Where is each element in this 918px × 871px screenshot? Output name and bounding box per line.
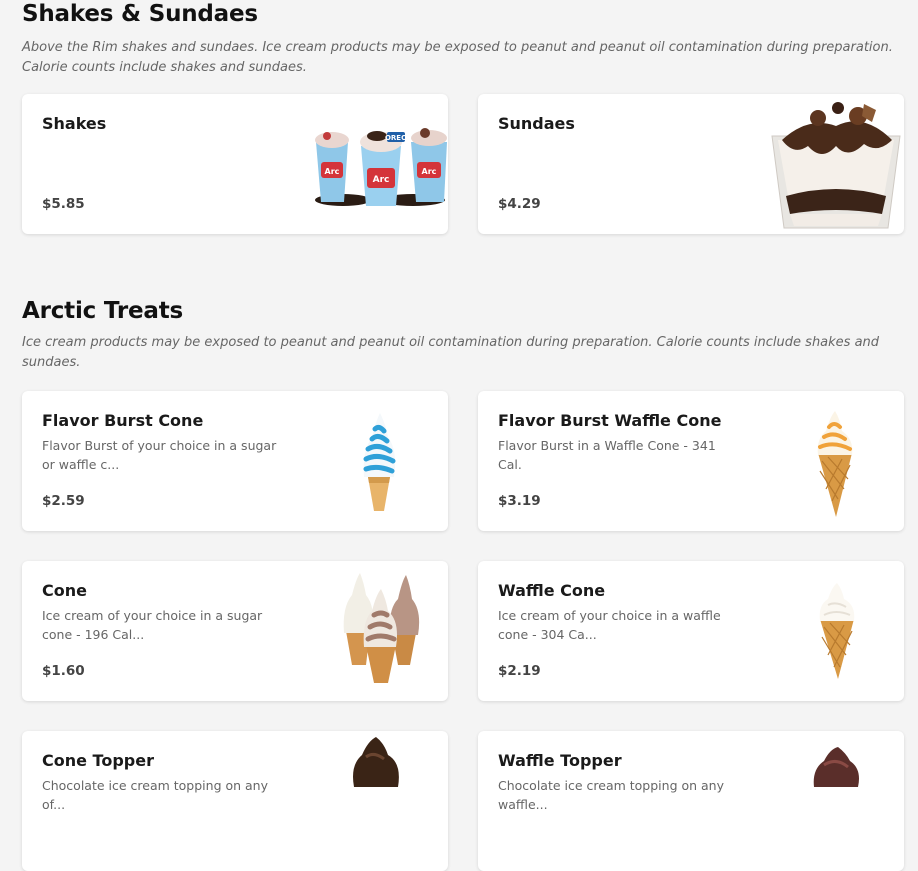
svg-text:OREO: OREO bbox=[385, 134, 407, 142]
menu-item-name: Flavor Burst Cone bbox=[42, 411, 204, 430]
menu-item-card-waffle-topper[interactable]: Waffle Topper Chocolate ice cream toppin… bbox=[478, 731, 904, 871]
section-title: Shakes & Sundaes bbox=[22, 1, 258, 27]
flavor-burst-cone-photo-icon bbox=[363, 413, 396, 511]
section-description: Ice cream products may be exposed to pea… bbox=[22, 335, 880, 370]
menu-item-card-flavor-burst-cone[interactable]: Flavor Burst Cone Flavor Burst of your c… bbox=[22, 391, 448, 531]
menu-item-card-cone-topper[interactable]: Cone Topper Chocolate ice cream topping … bbox=[22, 731, 448, 871]
section-shakes-sundaes: Shakes & Sundaes Above the Rim shakes an… bbox=[22, 0, 904, 78]
menu-item-card-waffle-cone[interactable]: Waffle Cone Ice cream of your choice in … bbox=[478, 561, 904, 701]
section-description: Above the Rim shakes and sundaes. Ice cr… bbox=[22, 40, 893, 75]
menu-item-price: $3.19 bbox=[498, 493, 541, 509]
menu-item-description: Flavor Burst of your choice in a sugar o… bbox=[42, 438, 277, 472]
menu-item-price: $2.59 bbox=[42, 493, 85, 509]
menu-item-name: Shakes bbox=[42, 114, 107, 133]
waffle-topper-photo-icon bbox=[813, 747, 859, 787]
menu-item-card-cone[interactable]: Cone Ice cream of your choice in a sugar… bbox=[22, 561, 448, 701]
menu-item-description: Ice cream of your choice in a waffle con… bbox=[498, 608, 721, 642]
svg-text:Arc: Arc bbox=[422, 167, 437, 176]
menu-item-description: Chocolate ice cream topping on any of... bbox=[42, 778, 269, 812]
menu-item-name: Sundaes bbox=[498, 114, 575, 133]
menu-item-name: Flavor Burst Waffle Cone bbox=[498, 411, 722, 430]
menu-item-price: $1.60 bbox=[42, 663, 85, 679]
svg-text:Arc: Arc bbox=[325, 167, 340, 176]
waffle-cone-photo-icon bbox=[819, 583, 855, 679]
menu-item-price: $4.29 bbox=[498, 196, 541, 212]
menu-item-description: Ice cream of your choice in a sugar cone… bbox=[42, 608, 263, 642]
section-arctic-treats: Arctic Treats Ice cream products may be … bbox=[22, 297, 904, 373]
menu-item-name: Cone bbox=[42, 581, 87, 600]
sundae-photo-icon bbox=[771, 102, 901, 229]
menu-item-price: $2.19 bbox=[498, 663, 541, 679]
shakes-photo-icon: Arc OREO Arc Arc bbox=[315, 128, 447, 206]
menu-item-name: Waffle Cone bbox=[498, 581, 606, 600]
menu-item-name: Cone Topper bbox=[42, 751, 154, 770]
menu-item-card-flavor-burst-waffle-cone[interactable]: Flavor Burst Waffle Cone Flavor Burst in… bbox=[478, 391, 904, 531]
menu-item-name: Waffle Topper bbox=[498, 751, 622, 770]
section-title: Arctic Treats bbox=[22, 298, 184, 324]
menu-item-description: Flavor Burst in a Waffle Cone - 341 Cal. bbox=[498, 438, 716, 472]
menu-item-price: $5.85 bbox=[42, 196, 85, 212]
menu-item-card-sundaes[interactable]: Sundaes $4.29 bbox=[478, 94, 904, 234]
svg-text:Arc: Arc bbox=[373, 175, 390, 185]
flavor-burst-waffle-cone-photo-icon bbox=[817, 411, 853, 517]
menu-item-card-shakes[interactable]: Shakes $5.85 Arc OREO Arc Arc bbox=[22, 94, 448, 234]
menu-item-description: Chocolate ice cream topping on any waffl… bbox=[498, 778, 725, 812]
cone-topper-photo-icon bbox=[353, 737, 399, 787]
cone-photo-icon bbox=[343, 573, 420, 683]
